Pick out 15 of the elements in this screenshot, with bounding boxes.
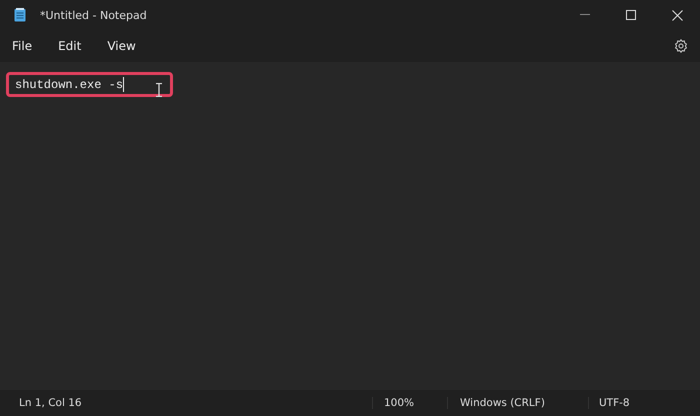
editor-text[interactable]: shutdown.exe -s	[15, 77, 124, 92]
settings-icon[interactable]	[674, 39, 688, 53]
minimize-icon[interactable]	[580, 14, 590, 16]
maximize-icon[interactable]	[626, 10, 636, 20]
status-text: Ln 1, Col 16	[18, 397, 83, 409]
status-text: 100%	[372, 397, 447, 409]
close-icon[interactable]	[672, 10, 682, 20]
notepad-icon	[14, 8, 26, 22]
status-text: Windows (CRLF)	[447, 397, 588, 409]
text-cursor-icon	[155, 83, 163, 97]
menu-item[interactable]: Edit	[48, 35, 92, 57]
menu-item[interactable]: View	[97, 35, 146, 57]
menu-item[interactable]: File	[2, 35, 42, 57]
status-text: UTF-8	[588, 397, 630, 409]
window-title: *Untitled - Notepad	[40, 8, 148, 22]
